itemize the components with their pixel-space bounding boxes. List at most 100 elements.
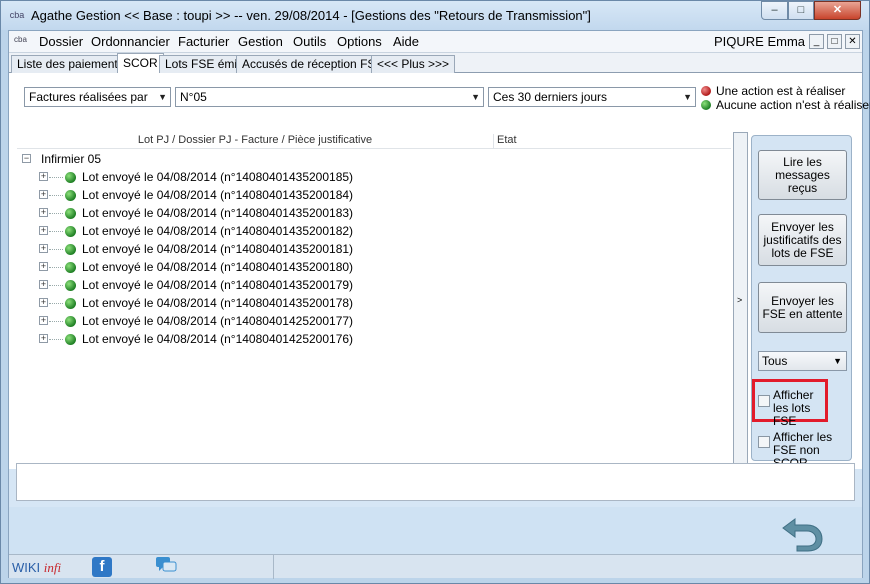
wiki-text: WIKI <box>12 560 41 575</box>
status-panel <box>273 555 862 579</box>
expand-icon[interactable]: + <box>39 172 48 181</box>
expand-icon[interactable]: + <box>39 262 48 271</box>
column-header-etat[interactable]: Etat <box>493 134 517 149</box>
tree-root-label: Infirmier 05 <box>41 152 102 166</box>
tab-accuses-reception[interactable]: Accusés de réception FSE <box>236 55 390 73</box>
period-value: Ces 30 derniers jours <box>493 90 608 104</box>
tree-row[interactable]: + Lot envoyé le 04/08/2014 (n°1408040142… <box>17 312 731 330</box>
expand-icon[interactable]: + <box>39 334 48 343</box>
send-pending-fse-button[interactable]: Envoyer les FSE en attente <box>758 282 847 333</box>
send-justificatifs-button[interactable]: Envoyer les justificatifs des lots de FS… <box>758 214 847 266</box>
tree-root-row[interactable]: − Infirmier 05 <box>17 150 731 168</box>
tree-row[interactable]: + Lot envoyé le 04/08/2014 (n°1408040143… <box>17 276 731 294</box>
expand-icon[interactable]: + <box>39 280 48 289</box>
green-status-icon <box>65 172 76 183</box>
tree-row[interactable]: + Lot envoyé le 04/08/2014 (n°1408040143… <box>17 294 731 312</box>
green-status-icon <box>65 262 76 273</box>
tree-row[interactable]: + Lot envoyé le 04/08/2014 (n°1408040143… <box>17 222 731 240</box>
tree-connector <box>49 303 63 304</box>
type-filter-select[interactable]: Factures réalisées par ▼ <box>24 87 171 107</box>
show-fse-lots-checkbox[interactable] <box>758 395 770 407</box>
app-icon[interactable]: cba <box>8 8 26 22</box>
child-window-icon[interactable]: cba <box>14 35 27 44</box>
tree-row[interactable]: + Lot envoyé le 04/08/2014 (n°1408040143… <box>17 168 731 186</box>
title-bar[interactable]: cba Agathe Gestion << Base : toupi >> --… <box>1 1 869 30</box>
green-status-icon <box>65 244 76 255</box>
current-user: PIQURE Emma <box>714 34 806 49</box>
grid-header: Lot PJ / Dossier PJ - Facture / Pièce ju… <box>17 132 731 149</box>
panel-splitter[interactable]: > <box>733 132 748 466</box>
tree-row[interactable]: + Lot envoyé le 04/08/2014 (n°1408040143… <box>17 204 731 222</box>
tree-row[interactable]: + Lot envoyé le 04/08/2014 (n°1408040142… <box>17 330 731 348</box>
menu-ordonnancier[interactable]: Ordonnancier <box>91 34 170 49</box>
tree-connector <box>49 285 63 286</box>
lot-label: Lot envoyé le 04/08/2014 (n°140804014352… <box>82 296 354 310</box>
message-area[interactable] <box>16 463 855 501</box>
lot-label: Lot envoyé le 04/08/2014 (n°140804014352… <box>82 206 354 220</box>
green-status-icon <box>65 208 76 219</box>
menu-aide[interactable]: Aide <box>393 34 419 49</box>
chevron-down-icon: ▼ <box>683 92 692 102</box>
tree-connector <box>49 213 63 214</box>
child-restore-button[interactable]: □ <box>827 34 842 49</box>
menu-outils[interactable]: Outils <box>293 34 326 49</box>
maximize-button[interactable]: □ <box>788 1 814 20</box>
expand-icon[interactable]: + <box>39 190 48 199</box>
green-status-icon <box>65 280 76 291</box>
mdi-client: cba Dossier Ordonnancier Facturier Gesti… <box>8 30 870 579</box>
chat-icon[interactable] <box>155 556 177 576</box>
tree-row[interactable]: + Lot envoyé le 04/08/2014 (n°1408040143… <box>17 258 731 276</box>
expand-icon[interactable]: + <box>39 298 48 307</box>
tab-scor[interactable]: SCOR <box>117 53 164 74</box>
tree-connector <box>49 321 63 322</box>
tree-row[interactable]: + Lot envoyé le 04/08/2014 (n°1408040143… <box>17 240 731 258</box>
lot-label: Lot envoyé le 04/08/2014 (n°140804014352… <box>82 278 354 292</box>
menu-gestion[interactable]: Gestion <box>238 34 283 49</box>
facebook-icon[interactable]: f <box>92 557 112 577</box>
menu-bar: cba Dossier Ordonnancier Facturier Gesti… <box>9 31 862 53</box>
show-fse-lots-label[interactable]: Afficher les lots FSE <box>773 389 831 428</box>
lot-filter-select[interactable]: Tous ▼ <box>758 351 847 371</box>
practitioner-select[interactable]: N°05 ▼ <box>175 87 484 107</box>
tree: − Infirmier 05 + Lot envoyé le 04/08/201… <box>17 150 731 464</box>
status-bar: WIKI infi f <box>9 554 862 579</box>
tree-connector <box>49 339 63 340</box>
show-non-scor-checkbox[interactable] <box>758 436 770 448</box>
tab-plus[interactable]: <<< Plus >>> <box>371 55 456 73</box>
legend-no-action: Aucune action n'est à réaliser <box>716 98 870 112</box>
read-messages-button[interactable]: Lire les messages reçus <box>758 150 847 200</box>
minimize-button[interactable]: – <box>761 1 788 20</box>
tree-connector <box>49 195 63 196</box>
transmission-tree-grid[interactable]: Lot PJ / Dossier PJ - Facture / Pièce ju… <box>17 132 731 466</box>
menu-dossier[interactable]: Dossier <box>39 34 83 49</box>
expand-icon[interactable]: + <box>39 226 48 235</box>
column-header-lot[interactable]: Lot PJ / Dossier PJ - Facture / Pièce ju… <box>17 134 493 146</box>
lot-label: Lot envoyé le 04/08/2014 (n°140804014352… <box>82 170 354 184</box>
expand-icon[interactable]: + <box>39 244 48 253</box>
period-select[interactable]: Ces 30 derniers jours ▼ <box>488 87 696 107</box>
tree-connector <box>49 177 63 178</box>
tab-liste-paiements[interactable]: Liste des paiements <box>11 55 130 73</box>
expand-icon[interactable]: + <box>39 208 48 217</box>
lot-label: Lot envoyé le 04/08/2014 (n°140804014252… <box>82 332 354 346</box>
green-status-icon <box>65 298 76 309</box>
app-window: cba Agathe Gestion << Base : toupi >> --… <box>0 0 870 584</box>
tree-connector <box>49 267 63 268</box>
child-close-button[interactable]: ✕ <box>845 34 860 49</box>
child-minimize-button[interactable]: _ <box>809 34 824 49</box>
expand-icon[interactable]: + <box>39 316 48 325</box>
menu-options[interactable]: Options <box>337 34 382 49</box>
legend-action-needed: Une action est à réaliser <box>716 84 846 98</box>
wiki-infi-link[interactable]: WIKI infi <box>12 560 61 576</box>
lot-label: Lot envoyé le 04/08/2014 (n°140804014352… <box>82 260 354 274</box>
close-button[interactable]: ✕ <box>814 1 861 20</box>
menu-facturier[interactable]: Facturier <box>178 34 229 49</box>
tree-row[interactable]: + Lot envoyé le 04/08/2014 (n°1408040143… <box>17 186 731 204</box>
window-title: Agathe Gestion << Base : toupi >> -- ven… <box>31 8 591 23</box>
collapse-icon[interactable]: − <box>22 154 31 163</box>
tree-connector <box>49 231 63 232</box>
tab-strip: Liste des paiements SCOR Lots FSE émis A… <box>9 53 862 74</box>
green-status-icon <box>65 316 76 327</box>
undo-arrow-icon[interactable] <box>781 511 827 553</box>
red-status-icon <box>701 86 711 96</box>
